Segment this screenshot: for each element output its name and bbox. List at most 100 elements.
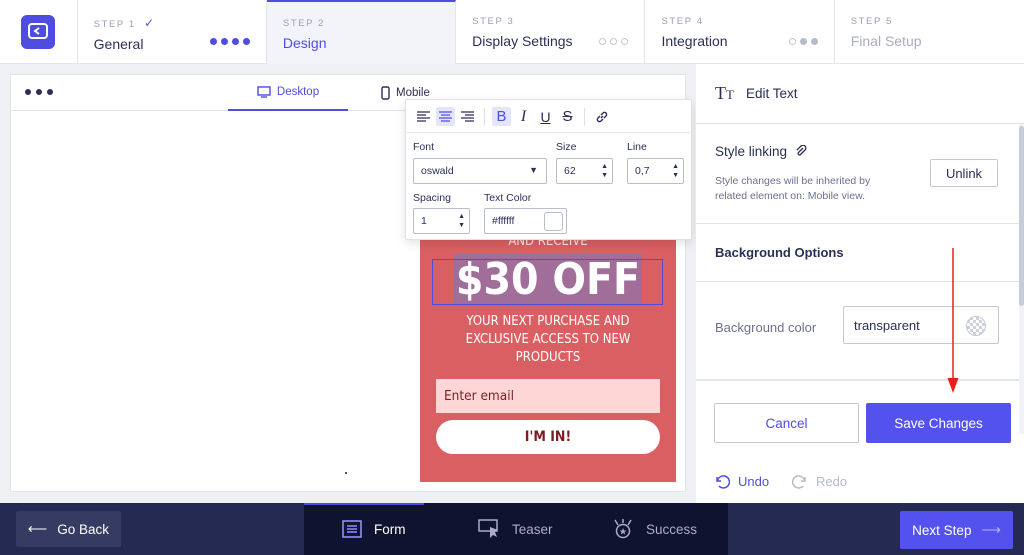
step-progress-dots (209, 38, 250, 45)
align-center-icon[interactable] (436, 107, 455, 126)
teaser-icon (478, 519, 498, 538)
font-value: oswald (421, 165, 454, 177)
step-number: STEP 5 (850, 16, 893, 27)
style-linking-section: Style linking Style changes will be inhe… (696, 124, 1024, 224)
text-color-value: #ffffff (492, 215, 515, 227)
line-height-stepper[interactable]: 0,7 ▲ ▼ (627, 158, 684, 184)
step-name: Design (282, 35, 327, 51)
step-general[interactable]: STEP 1 ✓ General (78, 0, 267, 64)
cancel-button[interactable]: Cancel (714, 403, 859, 443)
format-buttons: B I U S (414, 107, 611, 126)
text-color-field[interactable]: #ffffff (484, 208, 567, 234)
success-badge-icon (614, 519, 632, 539)
tab-success[interactable]: Success (612, 503, 697, 555)
selection-outline (432, 259, 663, 305)
step-display-settings[interactable]: STEP 3 Display Settings (456, 0, 646, 64)
background-options-header: Background Options (696, 224, 1024, 282)
panel-title: Edit Text (745, 86, 798, 101)
step-name: Final Setup (850, 33, 922, 49)
paperclip-icon (796, 145, 807, 156)
color-swatch[interactable] (544, 212, 563, 231)
size-label: Size (556, 141, 577, 153)
next-step-button[interactable]: Next Step ⟶ (900, 511, 1013, 549)
font-select[interactable]: oswald ▼ (413, 158, 547, 184)
style-linking-title: Style linking (715, 144, 788, 159)
form-icon (342, 520, 362, 538)
unlink-button[interactable]: Unlink (930, 159, 998, 187)
spacing-label: Spacing (413, 192, 451, 204)
save-changes-button[interactable]: Save Changes (866, 403, 1011, 443)
annotation-arrow-icon (947, 248, 959, 393)
size-value: 62 (564, 165, 576, 177)
bg-color-field[interactable]: transparent (843, 306, 999, 344)
panel-header: TT Edit Text (696, 64, 1024, 124)
align-right-icon[interactable] (458, 107, 477, 126)
bg-color-label: Background color (715, 320, 817, 335)
align-left-icon[interactable] (414, 107, 433, 126)
step-progress-dots (788, 38, 818, 45)
undo-label: Undo (738, 474, 770, 489)
stepper-arrows-icon[interactable]: ▲ ▼ (672, 162, 679, 180)
stepper-arrows-icon[interactable]: ▲ ▼ (601, 162, 608, 180)
toolbar-divider (484, 107, 485, 126)
size-stepper[interactable]: 62 ▲ ▼ (556, 158, 613, 184)
bold-icon[interactable]: B (492, 107, 511, 126)
font-label: Font (413, 141, 435, 153)
go-back-label: Go Back (57, 521, 110, 537)
more-options-icon[interactable] (25, 89, 53, 95)
step-final-setup[interactable]: STEP 5 Final Setup (835, 0, 1024, 64)
step-number: STEP 3 (472, 16, 515, 27)
link-icon[interactable] (592, 107, 611, 126)
underline-icon[interactable]: U (536, 107, 555, 126)
bottom-bar: ⟵ Go Back Form Teaser Success Next Step … (0, 503, 1024, 555)
arrow-right-icon: ⟶ (981, 522, 1001, 537)
toolbar-divider (584, 107, 585, 126)
tab-teaser[interactable]: Teaser (478, 503, 553, 555)
tab-form-label: Form (374, 521, 406, 537)
tab-desktop[interactable]: Desktop (228, 75, 348, 111)
strikethrough-icon[interactable]: S (558, 107, 577, 126)
tab-success-label: Success (646, 521, 698, 537)
desktop-icon (257, 86, 271, 98)
app-logo[interactable] (0, 0, 78, 64)
email-field[interactable]: Enter email (436, 379, 660, 413)
footer-divider (696, 380, 1019, 381)
edit-text-panel: TT Edit Text Style linking Style changes… (696, 64, 1024, 504)
tab-label: Desktop (276, 86, 320, 98)
text-color-label: Text Color (484, 192, 532, 204)
spacing-stepper[interactable]: 1 ▲ ▼ (413, 208, 470, 234)
panel-scrollbar-thumb[interactable] (1019, 126, 1024, 306)
undo-icon (716, 474, 730, 489)
canvas-dot (345, 472, 347, 474)
im-in-button[interactable]: I'M IN! (436, 420, 660, 454)
tab-form[interactable]: Form (342, 503, 406, 555)
go-back-button[interactable]: ⟵ Go Back (16, 511, 121, 547)
step-integration[interactable]: STEP 4 Integration (645, 0, 835, 64)
step-progress-dots (599, 38, 629, 45)
style-linking-desc: Style changes will be inherited by relat… (715, 175, 871, 202)
back-chat-logo-icon (21, 15, 56, 49)
tab-label: Mobile (396, 87, 430, 99)
step-number: STEP 1 (93, 19, 136, 30)
bg-options-title: Background Options (715, 245, 844, 260)
line-value: 0,7 (635, 165, 650, 177)
text-format-toolbar: B I U S Font oswald ▼ Size 62 ▲ ▼ Line 0,… (405, 99, 693, 240)
redo-button[interactable]: Redo (792, 474, 847, 489)
chevron-down-icon: ▼ (529, 165, 538, 175)
transparent-swatch-icon[interactable] (966, 316, 986, 336)
popup-subtitle[interactable]: YOUR NEXT PURCHASE AND EXCLUSIVE ACCESS … (440, 313, 656, 367)
line-label: Line (627, 141, 647, 153)
checkmark-icon: ✓ (144, 16, 156, 30)
stepper-arrows-icon[interactable]: ▲ ▼ (458, 212, 465, 230)
tab-teaser-label: Teaser (512, 521, 553, 537)
mobile-icon (381, 86, 390, 100)
step-design[interactable]: STEP 2 Design (266, 0, 457, 64)
redo-label: Redo (816, 474, 848, 489)
redo-icon (792, 474, 806, 489)
italic-icon[interactable]: I (514, 107, 533, 126)
arrow-left-icon: ⟵ (27, 521, 48, 536)
next-step-label: Next Step (912, 522, 972, 538)
undo-button[interactable]: Undo (714, 474, 769, 489)
step-number: STEP 4 (661, 16, 704, 27)
wizard-step-bar: STEP 1 ✓ General STEP 2 Design STEP 3 Di… (0, 0, 1024, 64)
